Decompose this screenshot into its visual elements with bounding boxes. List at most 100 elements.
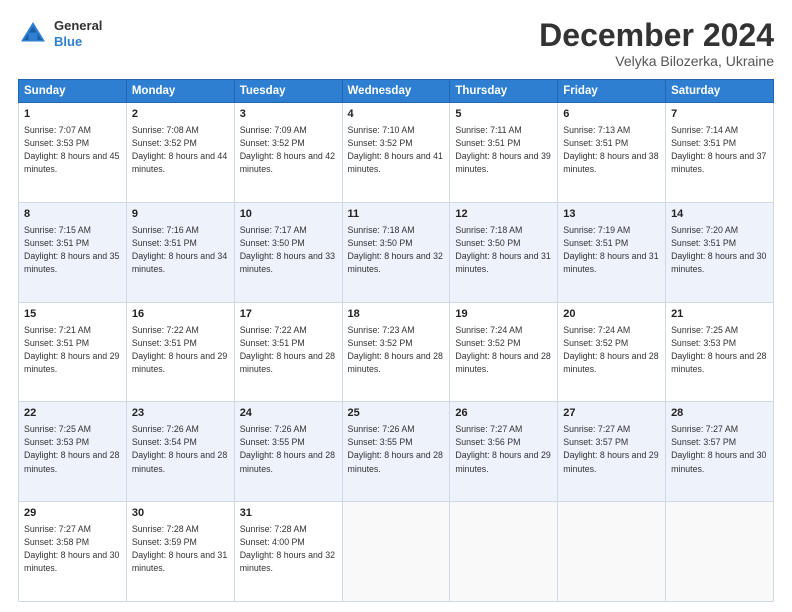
day-sunrise: Sunrise: 7:16 AMSunset: 3:51 PMDaylight:… [132, 225, 227, 274]
day-sunrise: Sunrise: 7:17 AMSunset: 3:50 PMDaylight:… [240, 225, 335, 274]
day-number: 9 [132, 207, 229, 223]
calendar-cell: 13 Sunrise: 7:19 AMSunset: 3:51 PMDayligh… [558, 202, 666, 302]
calendar-cell: 19 Sunrise: 7:24 AMSunset: 3:52 PMDayligh… [450, 302, 558, 402]
calendar-cell: 25Sunrise: 7:26 AMSunset: 3:55 PMDayligh… [342, 402, 450, 502]
calendar-cell: 24 Sunrise: 7:26 AMSunset: 3:55 PMDayligh… [234, 402, 342, 502]
calendar-cell: 30Sunrise: 7:28 AMSunset: 3:59 PMDayligh… [126, 502, 234, 602]
calendar-cell: 11Sunrise: 7:18 AMSunset: 3:50 PMDayligh… [342, 202, 450, 302]
day-sunrise: Sunrise: 7:07 AMSunset: 3:53 PMDaylight:… [24, 125, 119, 174]
day-sunrise: Sunrise: 7:11 AMSunset: 3:51 PMDaylight:… [455, 125, 550, 174]
day-number: 3 [240, 107, 337, 123]
location: Velyka Bilozerka, Ukraine [539, 53, 774, 69]
calendar-cell: 16Sunrise: 7:22 AMSunset: 3:51 PMDayligh… [126, 302, 234, 402]
title-block: December 2024 Velyka Bilozerka, Ukraine [539, 18, 774, 69]
day-number: 1 [24, 107, 121, 123]
day-sunrise: Sunrise: 7:28 AMSunset: 4:00 PMDaylight:… [240, 524, 335, 573]
col-header-monday: Monday [126, 80, 234, 103]
calendar-cell: 28 Sunrise: 7:27 AMSunset: 3:57 PMDayligh… [666, 402, 774, 502]
calendar-week-row: 8 Sunrise: 7:15 AMSunset: 3:51 PMDaylight… [19, 202, 774, 302]
calendar-cell [450, 502, 558, 602]
day-sunrise: Sunrise: 7:10 AMSunset: 3:52 PMDaylight:… [348, 125, 443, 174]
col-header-friday: Friday [558, 80, 666, 103]
calendar-cell: 9 Sunrise: 7:16 AMSunset: 3:51 PMDaylight… [126, 202, 234, 302]
calendar-cell: 7Sunrise: 7:14 AMSunset: 3:51 PMDaylight… [666, 103, 774, 203]
calendar-header-row: SundayMondayTuesdayWednesdayThursdayFrid… [19, 80, 774, 103]
day-number: 24 [240, 406, 337, 422]
day-number: 12 [455, 207, 552, 223]
day-sunrise: Sunrise: 7:15 AMSunset: 3:51 PMDaylight:… [24, 225, 119, 274]
day-number: 18 [348, 307, 445, 323]
generalblue-icon [18, 19, 48, 49]
day-number: 22 [24, 406, 121, 422]
calendar-cell: 15Sunrise: 7:21 AMSunset: 3:51 PMDayligh… [19, 302, 127, 402]
day-sunrise: Sunrise: 7:24 AMSunset: 3:52 PMDaylight:… [563, 325, 658, 374]
day-sunrise: Sunrise: 7:26 AMSunset: 3:54 PMDaylight:… [132, 424, 227, 473]
calendar-cell: 27 Sunrise: 7:27 AMSunset: 3:57 PMDayligh… [558, 402, 666, 502]
logo-general: General [54, 18, 102, 34]
month-title: December 2024 [539, 18, 774, 53]
day-sunrise: Sunrise: 7:25 AMSunset: 3:53 PMDaylight:… [671, 325, 766, 374]
col-header-tuesday: Tuesday [234, 80, 342, 103]
day-number: 26 [455, 406, 552, 422]
day-sunrise: Sunrise: 7:27 AMSunset: 3:57 PMDaylight:… [563, 424, 658, 473]
day-sunrise: Sunrise: 7:19 AMSunset: 3:51 PMDaylight:… [563, 225, 658, 274]
day-sunrise: Sunrise: 7:24 AMSunset: 3:52 PMDaylight:… [455, 325, 550, 374]
day-number: 21 [671, 307, 768, 323]
col-header-thursday: Thursday [450, 80, 558, 103]
calendar-cell: 20 Sunrise: 7:24 AMSunset: 3:52 PMDayligh… [558, 302, 666, 402]
calendar-cell: 26Sunrise: 7:27 AMSunset: 3:56 PMDayligh… [450, 402, 558, 502]
day-number: 10 [240, 207, 337, 223]
calendar-cell: 6 Sunrise: 7:13 AMSunset: 3:51 PMDaylight… [558, 103, 666, 203]
calendar-week-row: 29Sunrise: 7:27 AMSunset: 3:58 PMDayligh… [19, 502, 774, 602]
day-number: 17 [240, 307, 337, 323]
logo: General Blue [18, 18, 102, 49]
calendar-cell: 23 Sunrise: 7:26 AMSunset: 3:54 PMDayligh… [126, 402, 234, 502]
day-number: 13 [563, 207, 660, 223]
calendar-cell: 14 Sunrise: 7:20 AMSunset: 3:51 PMDayligh… [666, 202, 774, 302]
day-number: 25 [348, 406, 445, 422]
day-sunrise: Sunrise: 7:18 AMSunset: 3:50 PMDaylight:… [455, 225, 550, 274]
day-number: 6 [563, 107, 660, 123]
calendar-cell [558, 502, 666, 602]
day-number: 5 [455, 107, 552, 123]
calendar-week-row: 15Sunrise: 7:21 AMSunset: 3:51 PMDayligh… [19, 302, 774, 402]
day-sunrise: Sunrise: 7:26 AMSunset: 3:55 PMDaylight:… [240, 424, 335, 473]
day-sunrise: Sunrise: 7:09 AMSunset: 3:52 PMDaylight:… [240, 125, 335, 174]
day-number: 7 [671, 107, 768, 123]
day-number: 30 [132, 506, 229, 522]
day-sunrise: Sunrise: 7:21 AMSunset: 3:51 PMDaylight:… [24, 325, 119, 374]
day-number: 23 [132, 406, 229, 422]
calendar-cell: 31 Sunrise: 7:28 AMSunset: 4:00 PMDayligh… [234, 502, 342, 602]
col-header-saturday: Saturday [666, 80, 774, 103]
calendar-cell: 12 Sunrise: 7:18 AMSunset: 3:50 PMDayligh… [450, 202, 558, 302]
calendar-cell: 2Sunrise: 7:08 AMSunset: 3:52 PMDaylight… [126, 103, 234, 203]
day-sunrise: Sunrise: 7:27 AMSunset: 3:57 PMDaylight:… [671, 424, 766, 473]
day-number: 14 [671, 207, 768, 223]
day-number: 2 [132, 107, 229, 123]
day-sunrise: Sunrise: 7:20 AMSunset: 3:51 PMDaylight:… [671, 225, 766, 274]
calendar-cell: 29Sunrise: 7:27 AMSunset: 3:58 PMDayligh… [19, 502, 127, 602]
day-number: 4 [348, 107, 445, 123]
day-number: 8 [24, 207, 121, 223]
day-number: 29 [24, 506, 121, 522]
calendar-week-row: 22Sunrise: 7:25 AMSunset: 3:53 PMDayligh… [19, 402, 774, 502]
calendar-week-row: 1 Sunrise: 7:07 AMSunset: 3:53 PMDaylight… [19, 103, 774, 203]
page: General Blue December 2024 Velyka Biloze… [0, 0, 792, 612]
calendar-cell: 18Sunrise: 7:23 AMSunset: 3:52 PMDayligh… [342, 302, 450, 402]
header: General Blue December 2024 Velyka Biloze… [18, 18, 774, 69]
calendar-cell: 21 Sunrise: 7:25 AMSunset: 3:53 PMDayligh… [666, 302, 774, 402]
logo-blue: Blue [54, 34, 102, 50]
calendar-cell: 5 Sunrise: 7:11 AMSunset: 3:51 PMDaylight… [450, 103, 558, 203]
calendar-cell: 1 Sunrise: 7:07 AMSunset: 3:53 PMDaylight… [19, 103, 127, 203]
day-number: 31 [240, 506, 337, 522]
day-number: 28 [671, 406, 768, 422]
day-number: 19 [455, 307, 552, 323]
calendar-table: SundayMondayTuesdayWednesdayThursdayFrid… [18, 79, 774, 602]
calendar-cell [666, 502, 774, 602]
day-sunrise: Sunrise: 7:13 AMSunset: 3:51 PMDaylight:… [563, 125, 658, 174]
day-sunrise: Sunrise: 7:22 AMSunset: 3:51 PMDaylight:… [240, 325, 335, 374]
day-number: 20 [563, 307, 660, 323]
calendar-cell: 10 Sunrise: 7:17 AMSunset: 3:50 PMDayligh… [234, 202, 342, 302]
day-number: 27 [563, 406, 660, 422]
day-number: 11 [348, 207, 445, 223]
